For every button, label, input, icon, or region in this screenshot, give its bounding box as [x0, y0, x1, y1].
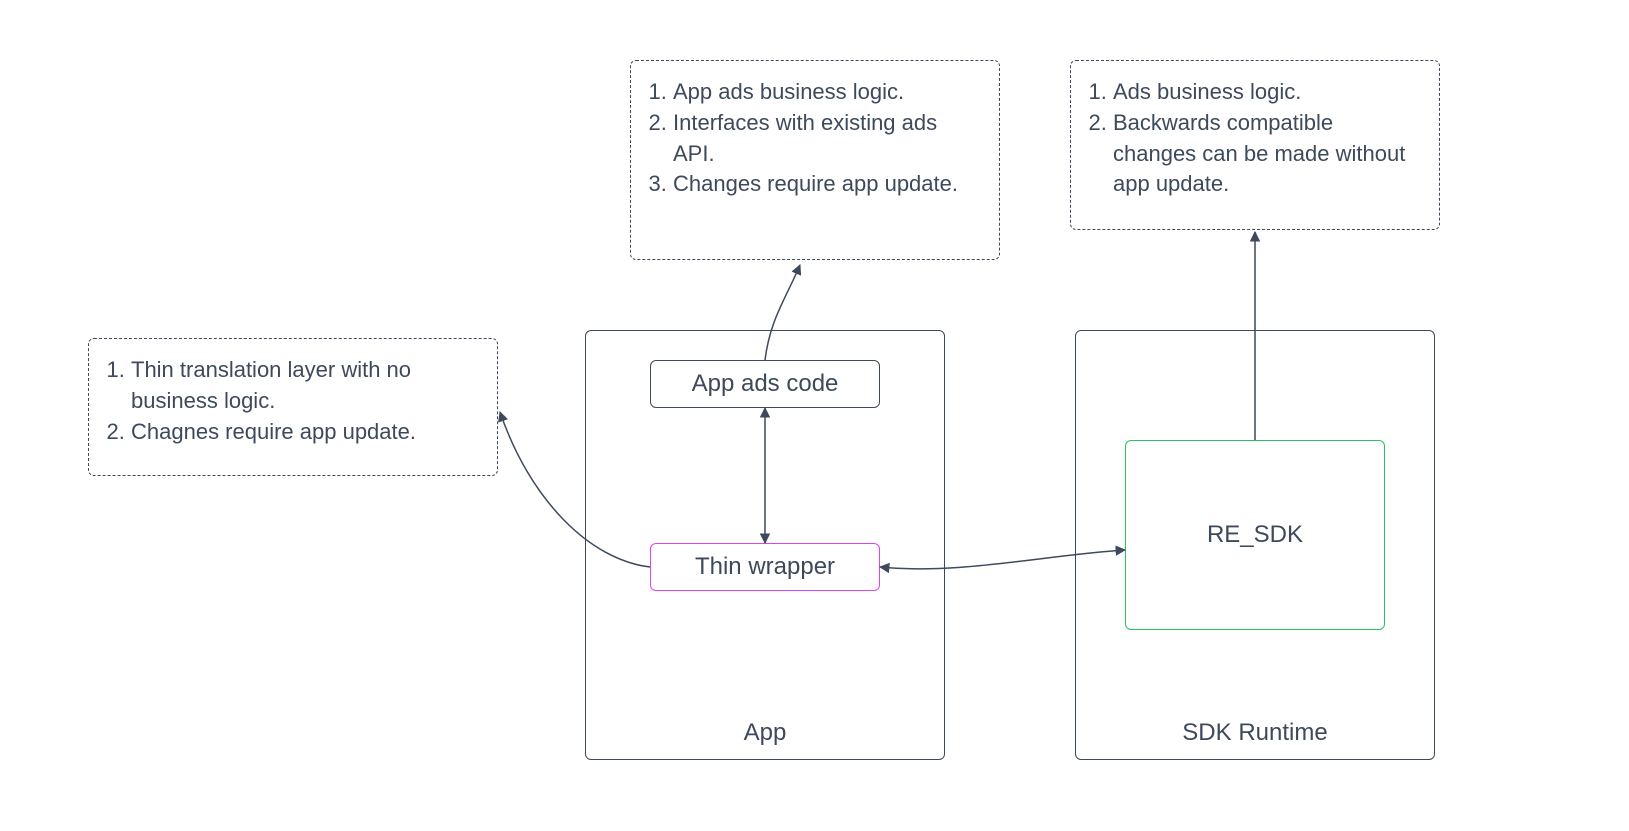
note-thin-wrapper-item-1: Thin translation layer with no business … — [131, 355, 479, 417]
node-re-sdk-label: RE_SDK — [1207, 521, 1303, 549]
note-re-sdk-item-1: Ads business logic. — [1113, 77, 1421, 108]
note-app-ads-code-item-3: Changes require app update. — [673, 169, 981, 200]
note-app-ads-code: App ads business logic. Interfaces with … — [630, 60, 1000, 260]
note-app-ads-code-item-1: App ads business logic. — [673, 77, 981, 108]
note-thin-wrapper: Thin translation layer with no business … — [88, 338, 498, 476]
note-thin-wrapper-item-2: Chagnes require app update. — [131, 417, 479, 448]
node-thin-wrapper-label: Thin wrapper — [695, 553, 835, 581]
note-re-sdk: Ads business logic. Backwards compatible… — [1070, 60, 1440, 230]
node-thin-wrapper: Thin wrapper — [650, 543, 880, 591]
node-app-ads-code: App ads code — [650, 360, 880, 408]
note-app-ads-code-item-2: Interfaces with existing ads API. — [673, 108, 981, 170]
note-re-sdk-item-2: Backwards compatible changes can be made… — [1113, 108, 1421, 200]
diagram-canvas: Thin translation layer with no business … — [0, 0, 1629, 831]
container-app-label: App — [586, 719, 944, 747]
container-sdk-runtime-label: SDK Runtime — [1076, 719, 1434, 747]
node-re-sdk: RE_SDK — [1125, 440, 1385, 630]
node-app-ads-code-label: App ads code — [692, 370, 839, 398]
